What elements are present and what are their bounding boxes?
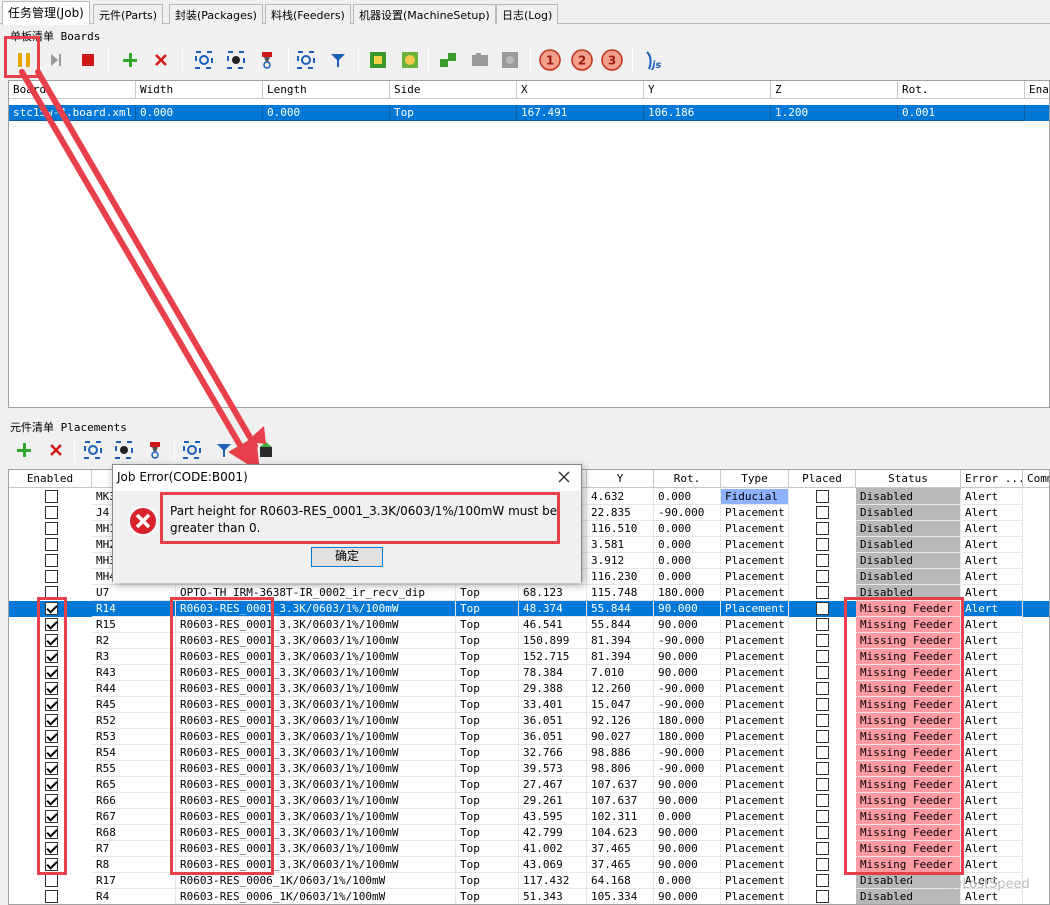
dialog-body: Part height for R0603-RES_0001_3.3K/0603… xyxy=(113,491,581,583)
dialog-close-button[interactable] xyxy=(555,468,573,486)
watermark: CSDN @LostSpeed xyxy=(908,877,1030,892)
dialog-message: Part height for R0603-RES_0001_3.3K/0603… xyxy=(170,504,558,535)
arrow-to-toolbar xyxy=(35,69,266,449)
dialog-title: Job Error(CODE:B001) xyxy=(113,465,581,491)
close-icon xyxy=(558,471,570,483)
arrow-to-dialog xyxy=(19,69,260,472)
annotation-arrows xyxy=(19,69,266,472)
error-icon xyxy=(127,505,159,537)
dialog-ok-button[interactable]: 确定 xyxy=(311,547,383,567)
job-error-dialog: Job Error(CODE:B001) Part height for R06… xyxy=(112,464,582,583)
